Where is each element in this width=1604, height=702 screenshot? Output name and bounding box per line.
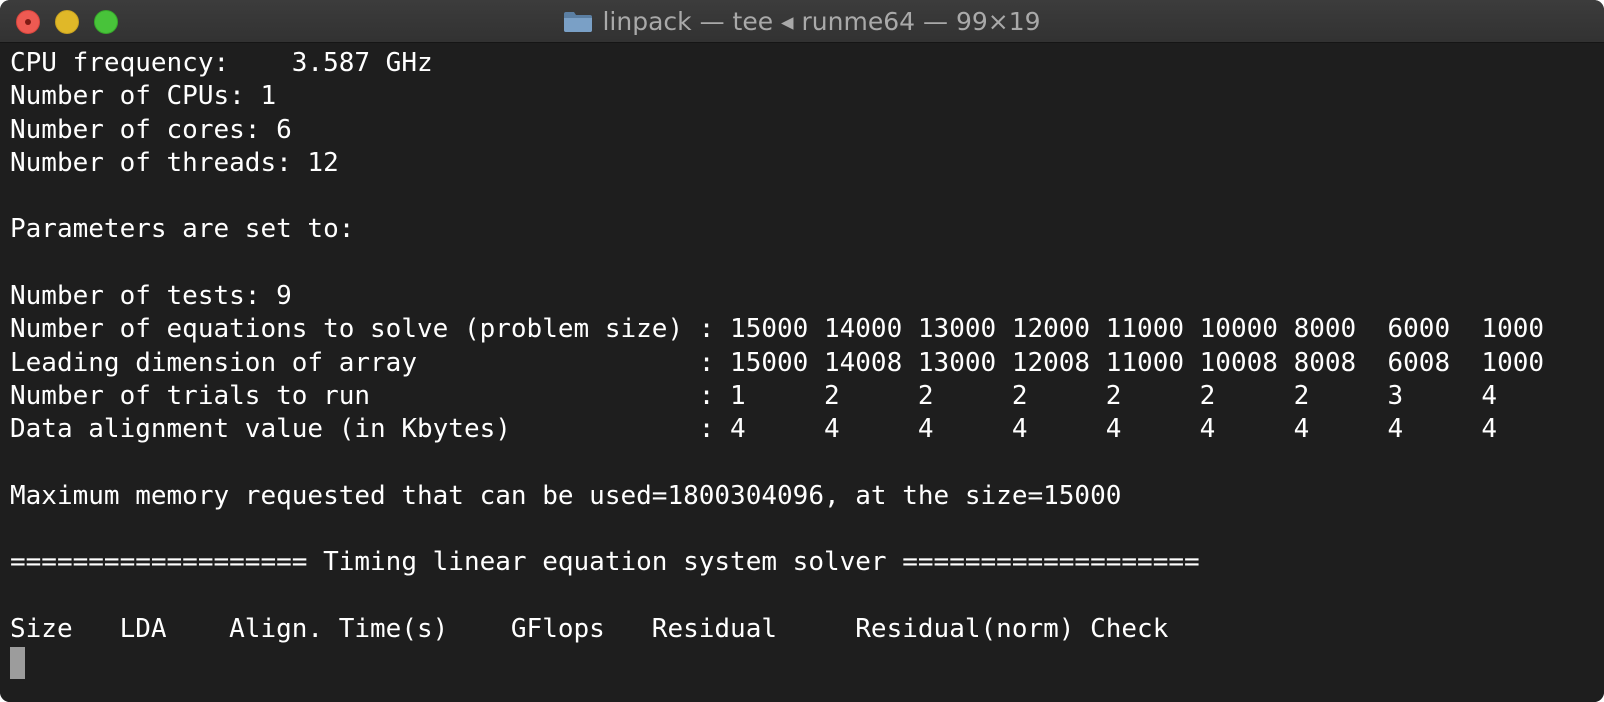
terminal-line: CPU frequency: 3.587 GHz <box>10 48 433 78</box>
terminal-line: =================== Timing linear equati… <box>10 547 1200 578</box>
window-title-area: linpack — tee ◂ runme64 — 99×19 <box>0 0 1604 43</box>
terminal-line: Number of threads: 12 <box>10 147 339 178</box>
terminal-line: Number of equations to solve (problem si… <box>10 314 1545 345</box>
terminal-output: CPU frequency: 3.587 GHz Number of CPUs: … <box>10 47 1544 680</box>
terminal-line: Data alignment value (in Kbytes) : 4 4 4… <box>10 414 1498 445</box>
terminal-line: Number of trials to run : 1 2 2 2 2 2 2 … <box>10 380 1498 411</box>
terminal-line: Number of cores: 6 <box>10 114 292 145</box>
terminal-line: Parameters are set to: <box>10 214 355 245</box>
terminal-line: Number of CPUs: 1 <box>10 81 277 112</box>
title-bar[interactable]: linpack — tee ◂ runme64 — 99×19 <box>0 0 1604 43</box>
text-cursor <box>10 647 25 680</box>
window-title: linpack — tee ◂ runme64 — 99×19 <box>602 7 1041 36</box>
prompt-line <box>10 646 1544 680</box>
terminal-line: Maximum memory requested that can be use… <box>10 480 1122 511</box>
folder-icon <box>563 11 593 33</box>
terminal-window: linpack — tee ◂ runme64 — 99×19 CPU freq… <box>0 0 1604 702</box>
terminal-line: Size LDA Align. Time(s) GFlops Residual … <box>10 614 1169 645</box>
terminal-content[interactable]: CPU frequency: 3.587 GHz Number of CPUs: … <box>0 43 1604 702</box>
terminal-line: Leading dimension of array : 15000 14008… <box>10 347 1545 378</box>
terminal-line: Number of tests: 9 <box>10 281 292 312</box>
